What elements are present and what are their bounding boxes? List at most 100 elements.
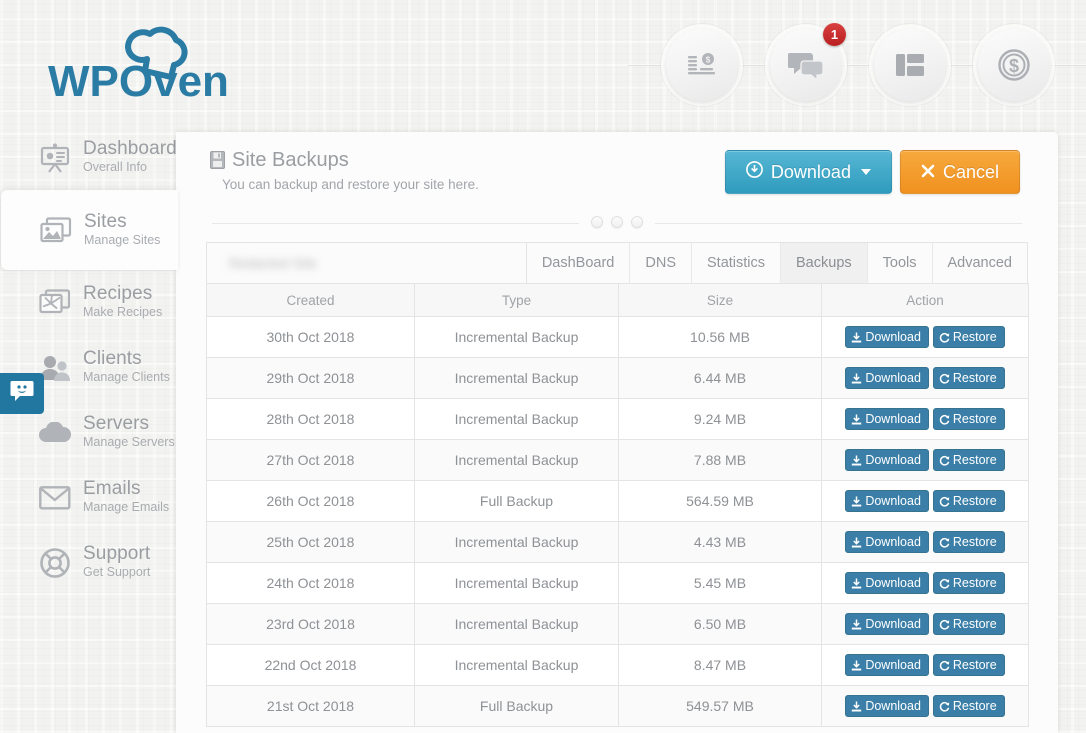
hdd-save-icon bbox=[210, 151, 225, 169]
row-restore-button[interactable]: Restore bbox=[932, 613, 1005, 635]
row-restore-button[interactable]: Restore bbox=[932, 449, 1005, 471]
row-download-label: Download bbox=[865, 575, 921, 590]
table-row: 21st Oct 2018 Full Backup 549.57 MB Downloa… bbox=[206, 685, 1029, 727]
cell-size: 5.45 MB bbox=[618, 562, 822, 604]
sidebar-item-dashboard[interactable]: Dashboard Overall Info bbox=[0, 125, 178, 190]
main-panel: Site Backups You can backup and restore … bbox=[176, 132, 1058, 733]
cell-created: 28th Oct 2018 bbox=[206, 398, 415, 440]
download-icon bbox=[851, 496, 862, 507]
sidebar-item-title: Sites bbox=[84, 210, 127, 232]
chat-badge: 1 bbox=[823, 23, 846, 46]
download-circle-icon bbox=[746, 161, 763, 183]
sidebar-item-subtitle: Manage Servers bbox=[83, 435, 175, 450]
sidebar-item-recipes[interactable]: Recipes Make Recipes bbox=[0, 270, 178, 335]
cell-action: Download Restore bbox=[821, 357, 1029, 399]
refresh-icon bbox=[939, 619, 950, 630]
cell-type: Incremental Backup bbox=[414, 316, 619, 358]
row-download-button[interactable]: Download bbox=[845, 326, 929, 348]
divider-dot bbox=[591, 216, 603, 228]
download-icon bbox=[851, 414, 862, 425]
tab-label: Statistics bbox=[707, 255, 766, 271]
download-icon bbox=[851, 332, 862, 343]
row-download-button[interactable]: Download bbox=[845, 367, 929, 389]
tab-statistics[interactable]: Statistics bbox=[692, 243, 782, 283]
dollar-coin-icon[interactable]: $ bbox=[978, 29, 1050, 101]
cell-type: Full Backup bbox=[414, 685, 619, 727]
row-restore-label: Restore bbox=[952, 493, 997, 508]
download-icon bbox=[851, 701, 862, 712]
layout-panels-icon[interactable] bbox=[874, 29, 946, 101]
cell-size: 8.47 MB bbox=[618, 644, 822, 686]
row-download-button[interactable]: Download bbox=[845, 695, 929, 717]
tab-dashboard[interactable]: DashBoard bbox=[527, 243, 631, 283]
download-icon bbox=[851, 537, 862, 548]
row-download-button[interactable]: Download bbox=[845, 654, 929, 676]
row-restore-label: Restore bbox=[952, 616, 997, 631]
row-download-button[interactable]: Download bbox=[845, 613, 929, 635]
cell-action: Download Restore bbox=[821, 644, 1029, 686]
row-restore-button[interactable]: Restore bbox=[932, 531, 1005, 553]
billing-stack-icon[interactable]: $ bbox=[666, 29, 738, 101]
sidebar-item-title: Clients bbox=[83, 348, 142, 370]
tab-label: Advanced bbox=[947, 255, 1013, 271]
row-restore-button[interactable]: Restore bbox=[932, 572, 1005, 594]
cell-created: 29th Oct 2018 bbox=[206, 357, 415, 399]
cell-created: 26th Oct 2018 bbox=[206, 480, 415, 522]
backups-table: Created Type Size Action 30th Oct 2018 In… bbox=[206, 283, 1029, 727]
cell-created: 24th Oct 2018 bbox=[206, 562, 415, 604]
tab-backups[interactable]: Backups bbox=[781, 243, 868, 283]
row-restore-button[interactable]: Restore bbox=[932, 695, 1005, 717]
refresh-icon bbox=[939, 373, 950, 384]
smiley-chat-icon bbox=[10, 380, 34, 407]
cell-created: 30th Oct 2018 bbox=[206, 316, 415, 358]
download-button-label: Download bbox=[770, 161, 851, 182]
row-download-button[interactable]: Download bbox=[845, 490, 929, 512]
tab-advanced[interactable]: Advanced bbox=[933, 243, 1028, 283]
chat-bubbles-icon[interactable]: 1 bbox=[770, 23, 846, 101]
cell-type: Incremental Backup bbox=[414, 562, 619, 604]
lifebuoy-icon bbox=[38, 547, 72, 578]
row-download-label: Download bbox=[865, 452, 921, 467]
svg-text:WPOven: WPOven bbox=[48, 57, 229, 106]
wpoven-logo[interactable]: WPOven bbox=[40, 14, 240, 114]
cell-type: Incremental Backup bbox=[414, 521, 619, 563]
row-restore-label: Restore bbox=[952, 452, 997, 467]
cloud-icon bbox=[38, 421, 72, 444]
svg-text:$: $ bbox=[1009, 56, 1019, 76]
sidebar-item-title: Dashboard bbox=[83, 138, 177, 160]
row-restore-label: Restore bbox=[952, 657, 997, 672]
cancel-button[interactable]: Cancel bbox=[899, 150, 1020, 194]
sidebar-item-title: Support bbox=[83, 543, 151, 565]
tab-label: Tools bbox=[882, 255, 917, 271]
download-button[interactable]: Download bbox=[724, 150, 892, 194]
recipe-icon bbox=[38, 289, 72, 316]
sidebar-item-emails[interactable]: Emails Manage Emails bbox=[0, 465, 178, 530]
svg-text:$: $ bbox=[706, 56, 711, 65]
row-download-button[interactable]: Download bbox=[845, 572, 929, 594]
row-download-button[interactable]: Download bbox=[845, 531, 929, 553]
row-restore-button[interactable]: Restore bbox=[932, 367, 1005, 389]
cell-size: 6.50 MB bbox=[618, 603, 822, 645]
sidebar-item-title: Servers bbox=[83, 413, 150, 435]
cell-action: Download Restore bbox=[821, 398, 1029, 440]
sidebar-item-subtitle: Get Support bbox=[83, 565, 151, 580]
cell-action: Download Restore bbox=[821, 316, 1029, 358]
row-download-label: Download bbox=[865, 657, 921, 672]
envelope-icon bbox=[38, 485, 72, 510]
cell-size: 7.88 MB bbox=[618, 439, 822, 481]
cell-action: Download Restore bbox=[821, 480, 1029, 522]
row-download-button[interactable]: Download bbox=[845, 408, 929, 430]
cell-size: 4.43 MB bbox=[618, 521, 822, 563]
table-row: 23rd Oct 2018 Incremental Backup 6.50 MB Do… bbox=[206, 603, 1029, 645]
sidebar-item-sites[interactable]: Sites Manage Sites bbox=[1, 190, 178, 270]
sidebar: Dashboard Overall Info Sites Manage Site… bbox=[0, 125, 178, 733]
row-restore-button[interactable]: Restore bbox=[932, 490, 1005, 512]
chat-widget-tab[interactable] bbox=[0, 373, 44, 414]
sidebar-item-support[interactable]: Support Get Support bbox=[0, 530, 178, 595]
tab-tools[interactable]: Tools bbox=[868, 243, 933, 283]
row-restore-button[interactable]: Restore bbox=[932, 326, 1005, 348]
tab-dns[interactable]: DNS bbox=[630, 243, 692, 283]
row-download-button[interactable]: Download bbox=[845, 449, 929, 471]
row-restore-button[interactable]: Restore bbox=[932, 408, 1005, 430]
row-restore-button[interactable]: Restore bbox=[932, 654, 1005, 676]
